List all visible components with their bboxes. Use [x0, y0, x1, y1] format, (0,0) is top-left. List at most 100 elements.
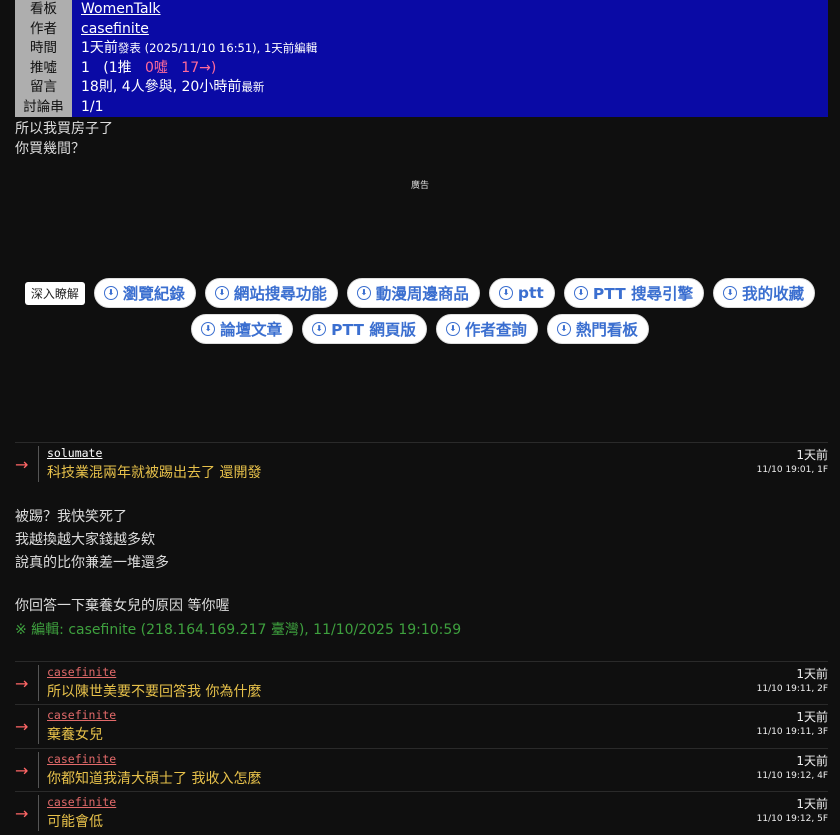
time-ago: 1天前: [81, 40, 118, 56]
push-user[interactable]: casefinite: [47, 665, 116, 679]
chip-label: 瀏覽紀錄: [122, 285, 185, 303]
push-ago: 1天前: [796, 797, 828, 811]
push-row: → casefinite 棄養女兒 1天前 11/10 19:11, 3F: [15, 704, 828, 747]
chip-my-favorites[interactable]: ⬇ 我的收藏: [713, 278, 816, 308]
search-icon: ⬇: [201, 322, 216, 336]
comments-value: 18則, 4人參與, 20小時前最新: [72, 78, 828, 98]
time-detail: (2025/11/10 16:51), 1天前: [140, 41, 295, 55]
header-label-author: 作者: [15, 19, 72, 39]
chip-ptt[interactable]: ⬇ ptt: [488, 278, 555, 308]
article-body: 所以我買房子了 你買幾間？: [15, 119, 113, 159]
chip-forum-articles[interactable]: ⬇ 論壇文章: [191, 314, 294, 344]
push-divider: [38, 752, 39, 788]
header-label-thread: 討論串: [15, 97, 72, 117]
push-row: → casefinite 所以陳世美要不要回答我 你為什麼 1天前 11/10 …: [15, 661, 828, 704]
push-ago: 1天前: [796, 754, 828, 768]
chip-row: ⬇ 論壇文章 ⬇ PTT 網頁版 ⬇ 作者查詢 ⬇ 熱門看板: [0, 314, 840, 344]
push-message: 可能會低: [47, 814, 103, 830]
push-user[interactable]: casefinite: [47, 708, 116, 722]
push-ago: 1天前: [796, 710, 828, 724]
chip-label: 作者查詢: [464, 321, 527, 339]
push-row: → solumate 科技業混兩年就被踢出去了 還開發 1天前 11/10 19…: [15, 442, 828, 485]
vote-score: 1: [81, 59, 90, 76]
header-row-time: 時間 1天前發表 (2025/11/10 16:51), 1天前編輯: [15, 39, 828, 59]
reply-line: 被踢？我快笑死了: [15, 509, 127, 525]
edit-note: ※ 編輯: casefinite (218.164.169.217 臺灣), 1…: [15, 622, 462, 638]
deep-dive-label: 深入瞭解: [24, 281, 85, 305]
vote-arrow: 17→): [181, 59, 217, 76]
chip-label: PTT 網頁版: [331, 321, 416, 339]
chip-label: 熱門看板: [575, 321, 638, 339]
arrow-icon: →: [15, 674, 29, 693]
push-timestamp: 11/10 19:12, 4F: [756, 771, 828, 781]
chip-browse-history[interactable]: ⬇ 瀏覽紀錄: [93, 278, 196, 308]
chip-label: 動漫周邊商品: [375, 285, 469, 303]
search-icon: ⬇: [356, 286, 371, 300]
push-user[interactable]: solumate: [47, 446, 102, 460]
time-value: 1天前發表 (2025/11/10 16:51), 1天前編輯: [72, 39, 828, 59]
vote-push: (1推: [103, 59, 132, 76]
header-row-comments: 留言 18則, 4人參與, 20小時前最新: [15, 78, 828, 98]
chip-label: 我的收藏: [742, 285, 805, 303]
header-row-votes: 推噓 1 (1推 0噓 17→): [15, 58, 828, 78]
arrow-icon: →: [15, 717, 29, 736]
search-icon: ⬇: [103, 286, 118, 300]
related-chips: 深入瞭解 ⬇ 瀏覽紀錄 ⬇ 網站搜尋功能 ⬇ 動漫周邊商品 ⬇ ptt ⬇ PTT 搜尋引…: [0, 278, 840, 344]
chip-row: 深入瞭解 ⬇ 瀏覽紀錄 ⬇ 網站搜尋功能 ⬇ 動漫周邊商品 ⬇ ptt ⬇ PTT 搜尋引…: [0, 278, 840, 308]
push-row: → casefinite 你都知道我清大碩士了 我收入怎麼 1天前 11/10 …: [15, 748, 828, 791]
header-label-board: 看板: [15, 0, 72, 20]
push-timestamp: 11/10 19:12, 5F: [756, 814, 828, 824]
push-timestamp: 11/10 19:11, 2F: [756, 684, 828, 694]
push-message: 你都知道我清大碩士了 我收入怎麼: [47, 771, 262, 787]
chip-hot-boards[interactable]: ⬇ 熱門看板: [546, 314, 649, 344]
votes-value: 1 (1推 0噓 17→): [72, 58, 828, 78]
article-header: 看板 WomenTalk 作者 casefinite 時間 1天前發表 (202…: [15, 0, 828, 117]
arrow-icon: →: [15, 804, 29, 823]
time-edited-label: 編輯: [294, 41, 318, 55]
search-icon: ⬇: [445, 322, 460, 336]
chip-label: ptt: [517, 284, 544, 302]
search-icon: ⬇: [573, 286, 588, 300]
thread-value: 1/1: [72, 97, 828, 117]
push-message: 科技業混兩年就被踢出去了 還開發: [47, 465, 262, 481]
chip-author-lookup[interactable]: ⬇ 作者查詢: [435, 314, 538, 344]
push-divider: [38, 665, 39, 701]
push-user[interactable]: casefinite: [47, 752, 116, 766]
arrow-icon: →: [15, 455, 29, 474]
header-label-comments: 留言: [15, 78, 72, 98]
push-message: 棄養女兒: [47, 727, 103, 743]
reply-body: 被踢？我快笑死了 我越換越大家錢越多欸 說真的比你兼差一堆還多 你回答一下棄養女…: [15, 507, 229, 616]
search-icon: ⬇: [312, 322, 327, 336]
reply-line: 說真的比你兼差一堆還多: [15, 555, 169, 571]
push-user[interactable]: casefinite: [47, 795, 116, 809]
chip-label: 論壇文章: [220, 321, 283, 339]
push-timestamp: 11/10 19:01, 1F: [756, 465, 828, 475]
search-icon: ⬇: [556, 322, 571, 336]
chip-anime-merch[interactable]: ⬇ 動漫周邊商品: [346, 278, 480, 308]
board-link[interactable]: WomenTalk: [81, 1, 161, 17]
search-icon: ⬇: [723, 286, 738, 300]
push-divider: [38, 708, 39, 744]
header-row-thread: 討論串 1/1: [15, 97, 828, 117]
arrow-icon: →: [15, 761, 29, 780]
reply-line: 你回答一下棄養女兒的原因 等你喔: [15, 598, 230, 614]
push-divider: [38, 446, 39, 482]
chip-label: 網站搜尋功能: [233, 285, 327, 303]
chip-label: PTT 搜尋引擎: [592, 285, 694, 303]
author-link[interactable]: casefinite: [81, 21, 149, 37]
chip-ptt-web[interactable]: ⬇ PTT 網頁版: [302, 314, 427, 344]
vote-boo: 0噓: [145, 59, 168, 76]
push-message: 所以陳世美要不要回答我 你為什麼: [47, 684, 262, 700]
push-row: → casefinite 可能會低 1天前 11/10 19:12, 5F: [15, 791, 828, 834]
search-icon: ⬇: [214, 286, 229, 300]
comment-summary: 18則, 4人參與, 20小時前: [81, 79, 242, 95]
chip-ptt-search-engine[interactable]: ⬇ PTT 搜尋引擎: [563, 278, 705, 308]
comment-latest-label: 最新: [241, 80, 265, 94]
push-timestamp: 11/10 19:11, 3F: [756, 727, 828, 737]
time-posted-label: 發表: [117, 41, 141, 55]
reply-line: 我越換越大家錢越多欸: [15, 532, 155, 548]
chip-site-search[interactable]: ⬇ 網站搜尋功能: [204, 278, 338, 308]
search-icon: ⬇: [498, 286, 513, 300]
body-line: 所以我買房子了: [15, 121, 113, 137]
push-ago: 1天前: [796, 448, 828, 462]
